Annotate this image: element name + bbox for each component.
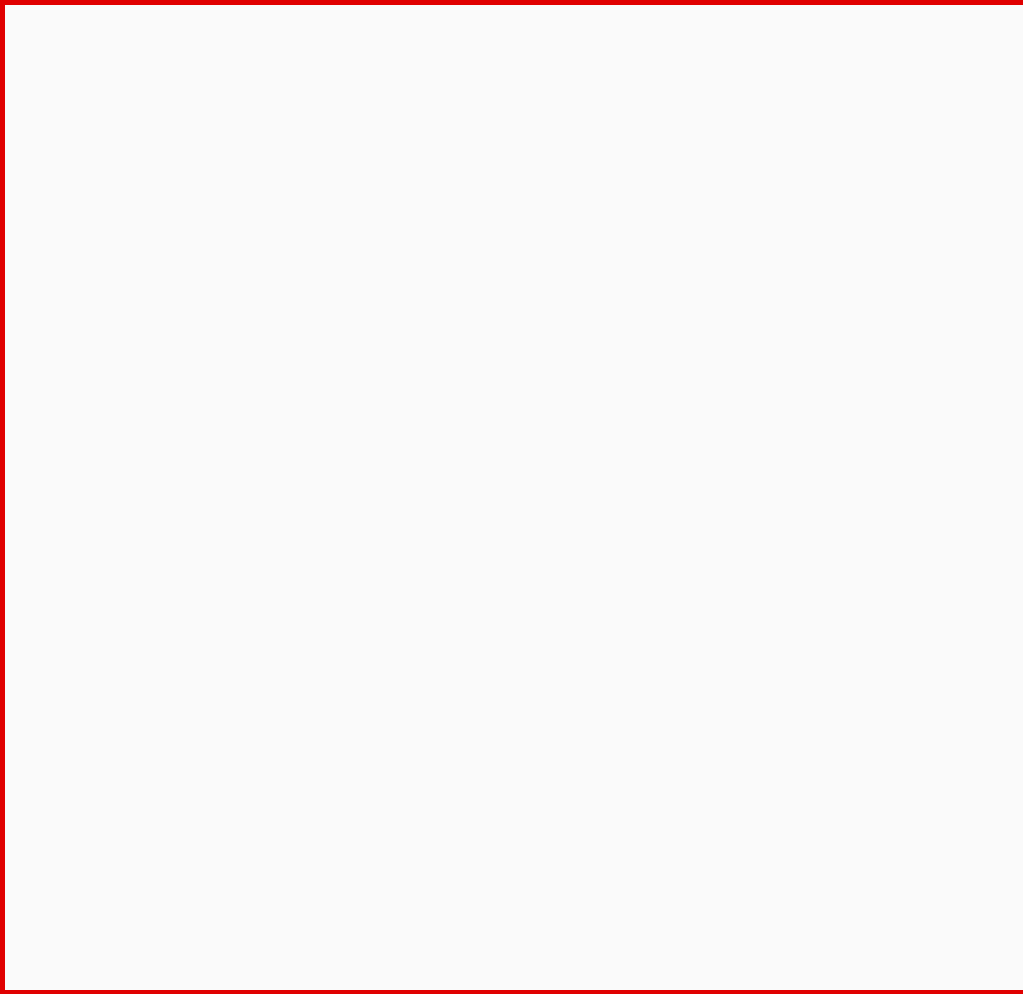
other-section-title: Otras formas de pago	[54, 545, 229, 565]
payment-methods-page: Formas de pago destacadas Ver bancos y t…	[0, 0, 1023, 994]
payment-method-subtitle: GOcuotas, Bancón, Pagar, PagoMisCuentas,…	[147, 663, 500, 677]
see-banks-and-cards-link[interactable]: Ver bancos y tarjetas	[820, 69, 960, 86]
debit-card-icon	[79, 896, 107, 924]
payment-method-label: Macro Click	[143, 305, 238, 325]
payment-method-qr[interactable]: QR ›	[51, 141, 1001, 234]
payment-method-label: Plataformas de pago	[147, 640, 314, 660]
credit-card-icon	[79, 768, 107, 796]
debin-logo: DEBIN	[77, 430, 117, 458]
lightbulb-icon	[80, 302, 108, 330]
payment-method-label: Tarjeta de débito	[147, 899, 281, 919]
payment-method-label: Tarjeta de crédito	[147, 771, 286, 791]
debin-logo-text: DEBIN	[82, 436, 112, 447]
payment-method-credit-card[interactable]: Tarjeta de crédito ›	[55, 735, 1004, 828]
payment-method-payment-platforms[interactable]: NUEVO Plataformas de pago GOcuotas, Banc…	[56, 599, 1004, 701]
chevron-right-icon: ›	[962, 176, 969, 199]
payment-method-debit-card[interactable]: Tarjeta de débito ›	[55, 863, 1004, 956]
payment-method-debin[interactable]: DEBIN DEBIN ›	[51, 397, 1001, 490]
chevron-right-icon: ›	[962, 304, 969, 327]
phone-payment-icon	[87, 636, 115, 664]
payment-method-label: DEBIN	[143, 433, 199, 453]
featured-section-title: Formas de pago destacadas	[51, 45, 280, 65]
qr-code-icon	[80, 174, 108, 202]
new-badge: NUEVO	[948, 599, 1004, 617]
chevron-right-icon: ›	[963, 770, 970, 793]
debin-logo-underline	[79, 447, 115, 450]
chevron-right-icon: ›	[963, 898, 970, 921]
payment-method-macro-click[interactable]: Macro Click ›	[51, 269, 1001, 362]
chevron-right-icon: ›	[962, 432, 969, 455]
chevron-right-icon: ›	[963, 639, 970, 661]
payment-method-label: QR	[143, 177, 170, 197]
